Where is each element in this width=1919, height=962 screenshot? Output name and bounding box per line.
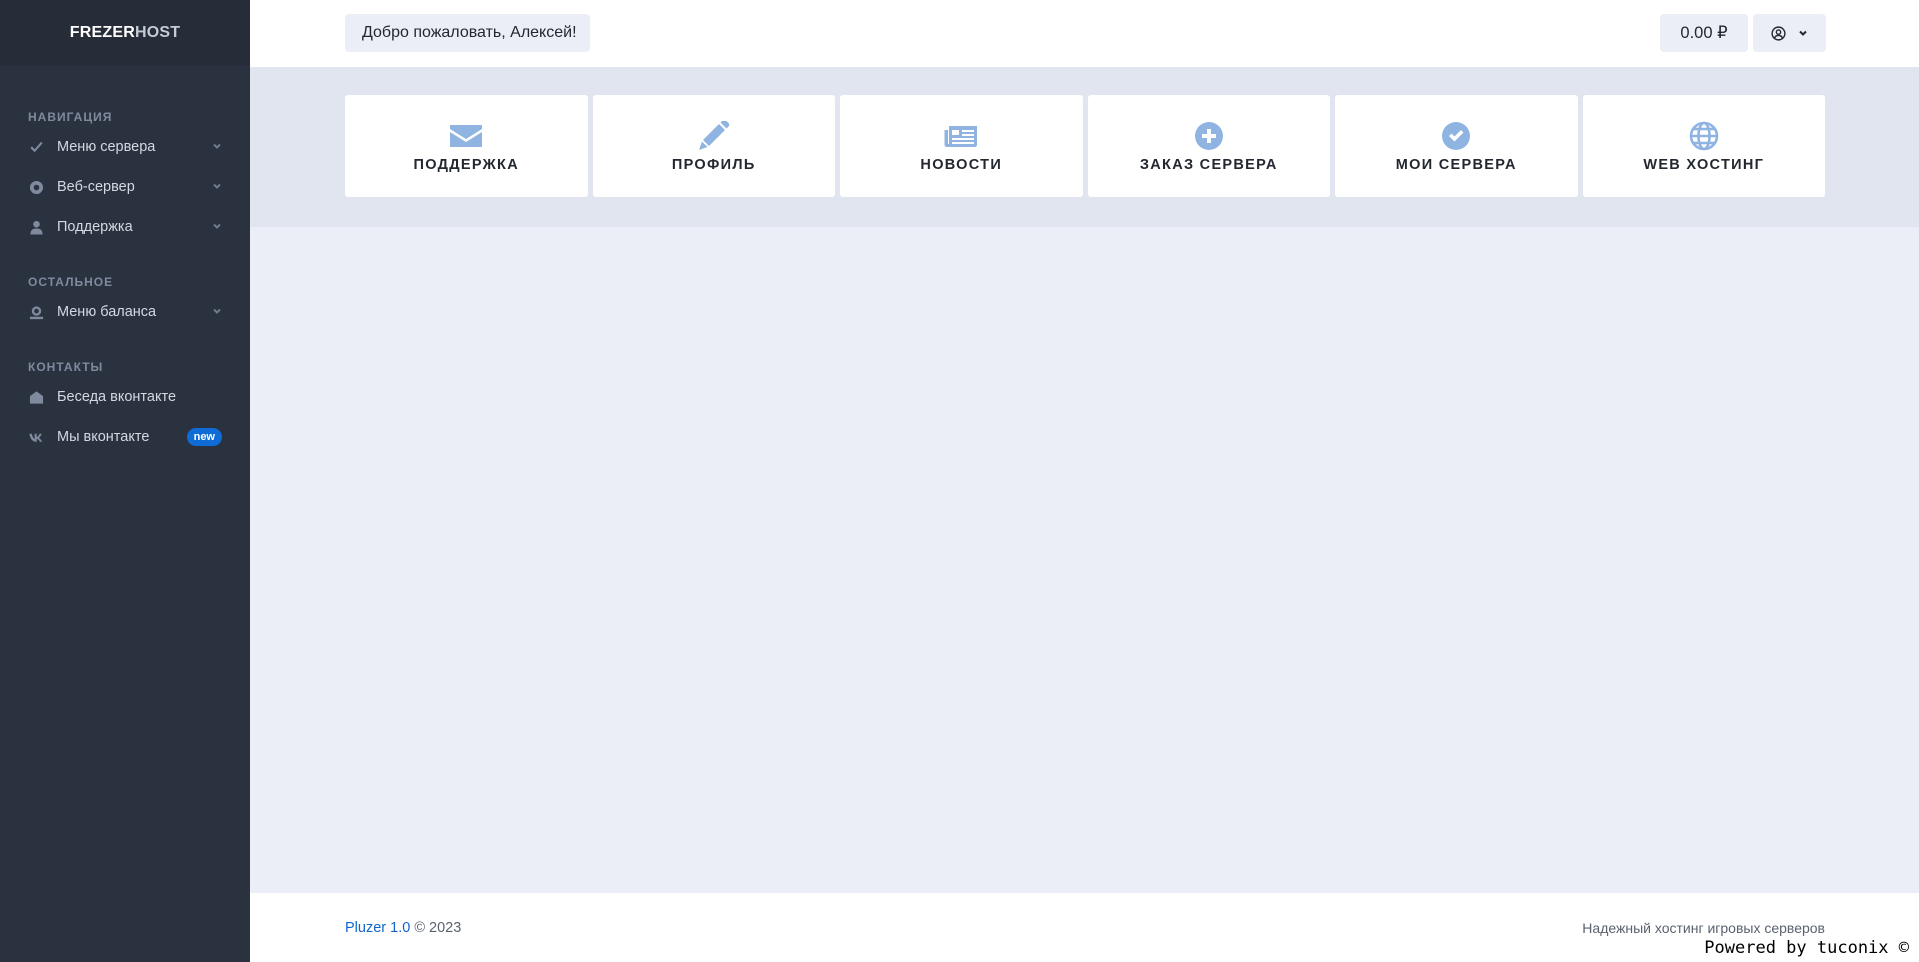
tile-profile[interactable]: Профиль xyxy=(592,95,835,197)
tile-label: Web хостинг xyxy=(1643,157,1765,173)
sidebar-item-label: Меню баланса xyxy=(57,304,157,320)
sidebar-item-balance-menu[interactable]: Меню баланса xyxy=(0,292,250,332)
chevron-down-icon xyxy=(212,179,222,195)
tile-my-servers[interactable]: Мои сервера xyxy=(1335,95,1578,197)
nav-heading-other: Остальное xyxy=(28,275,114,289)
page-footer: Pluzer 1.0 © 2023 Надежный хостинг игров… xyxy=(250,893,1919,962)
chevron-down-icon xyxy=(212,139,222,155)
tile-label: Новости xyxy=(920,157,1003,173)
sidebar-item-server-menu[interactable]: Меню сервера xyxy=(0,127,250,167)
sidebar-item-label: Веб-сервер xyxy=(57,179,135,195)
sidebar-item-vk-page[interactable]: Мы вконтакте new xyxy=(0,417,250,457)
chevron-down-icon xyxy=(212,304,222,320)
envelope-open-icon xyxy=(28,389,44,405)
plus-circle-icon xyxy=(1192,119,1226,153)
chevron-down-icon xyxy=(212,219,222,235)
tile-label: Профиль xyxy=(671,157,756,173)
sidebar-item-vk-chat[interactable]: Беседа вконтакте xyxy=(0,377,250,417)
sidebar: FREZER HOST Навигация Меню сервера Веб-се… xyxy=(0,0,250,962)
sidebar-item-web-server[interactable]: Веб-сервер xyxy=(0,167,250,207)
balance-button[interactable]: 0.00 ₽ xyxy=(1660,14,1748,52)
wallet-icon xyxy=(28,304,44,320)
tile-label: Поддержка xyxy=(413,157,519,173)
quick-links: Поддержка Профиль Новости Заказ сервера … xyxy=(345,95,1825,197)
new-badge: new xyxy=(186,428,222,446)
brand-part2: HOST xyxy=(134,24,181,41)
globe-icon xyxy=(1687,119,1721,153)
envelope-icon xyxy=(449,119,483,153)
life-ring-icon xyxy=(28,179,44,195)
tile-web-hosting[interactable]: Web хостинг xyxy=(1582,95,1825,197)
tile-support[interactable]: Поддержка xyxy=(345,95,588,197)
tile-news[interactable]: Новости xyxy=(840,95,1083,197)
app-version-link[interactable]: Pluzer 1.0 xyxy=(345,920,410,936)
nav-heading-contacts: Контакты xyxy=(28,360,104,374)
nav-heading-navigation: Навигация xyxy=(28,110,113,124)
welcome-message: Добро пожаловать, Алексей! xyxy=(345,14,590,52)
tile-order-server[interactable]: Заказ сервера xyxy=(1087,95,1330,197)
pencil-icon xyxy=(697,119,731,153)
vk-icon xyxy=(28,429,44,445)
newspaper-icon xyxy=(944,119,978,153)
user-menu-button[interactable] xyxy=(1753,14,1826,52)
sidebar-item-label: Мы вконтакте xyxy=(57,429,150,445)
chevron-down-icon xyxy=(1799,30,1807,36)
user-icon xyxy=(28,219,44,235)
sidebar-item-support[interactable]: Поддержка xyxy=(0,207,250,247)
brand-logo[interactable]: FREZER HOST xyxy=(0,0,250,66)
tile-label: Мои сервера xyxy=(1395,157,1517,173)
user-circle-icon xyxy=(1771,25,1786,41)
sidebar-item-label: Беседа вконтакте xyxy=(57,389,177,405)
check-icon xyxy=(28,139,44,155)
copyright-text: © 2023 xyxy=(414,920,462,936)
quick-links-band: Поддержка Профиль Новости Заказ сервера … xyxy=(250,67,1919,227)
powered-by-text: Powered by tuconix © xyxy=(1704,938,1909,958)
sidebar-item-label: Поддержка xyxy=(57,219,133,235)
footer-left: Pluzer 1.0 © 2023 xyxy=(345,920,461,936)
brand-part1: FREZER xyxy=(69,24,135,41)
check-circle-icon xyxy=(1439,119,1473,153)
footer-tagline: Надежный хостинг игровых серверов xyxy=(1582,920,1825,936)
tile-label: Заказ сервера xyxy=(1139,157,1278,173)
sidebar-item-label: Меню сервера xyxy=(57,139,156,155)
top-header: Добро пожаловать, Алексей! 0.00 ₽ xyxy=(250,0,1919,67)
